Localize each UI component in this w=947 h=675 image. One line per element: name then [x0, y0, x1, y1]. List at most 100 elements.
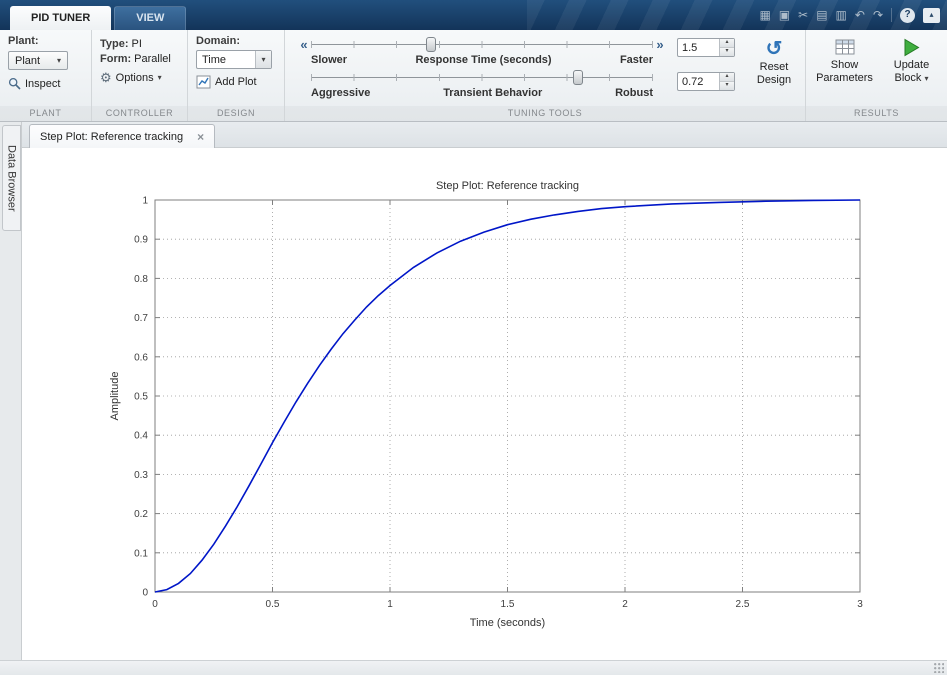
section-label-design: DESIGN — [188, 106, 284, 121]
plant-dropdown-value: Plant — [15, 54, 41, 67]
svg-text:0.8: 0.8 — [134, 274, 148, 285]
reset-design-label-line1: Reset — [759, 61, 789, 73]
undo-icon[interactable]: ↶ — [855, 9, 865, 21]
copy-icon[interactable]: ▤ — [816, 9, 827, 21]
cut-icon[interactable]: ✂ — [798, 9, 808, 21]
spin-up-icon[interactable]: ▴ — [720, 73, 734, 82]
response-time-decrease-button[interactable]: « — [297, 36, 311, 53]
show-parameters-label-line1: Show — [830, 59, 859, 71]
spin-up-icon[interactable]: ▴ — [720, 39, 734, 48]
svg-text:2.5: 2.5 — [736, 599, 750, 610]
data-browser-strip: Data Browser — [0, 122, 22, 661]
spin-down-icon[interactable]: ▾ — [720, 48, 734, 56]
svg-text:0.3: 0.3 — [134, 470, 148, 481]
update-block-button[interactable]: Update Block ▾ — [880, 34, 944, 106]
reset-design-icon: ↺ — [765, 38, 783, 60]
ribbon-tabs: PID TUNER VIEW — [10, 6, 187, 30]
show-parameters-button[interactable]: Show Parameters — [813, 34, 877, 106]
inspect-label: Inspect — [25, 77, 61, 90]
svg-text:0.6: 0.6 — [134, 352, 148, 363]
svg-text:Amplitude: Amplitude — [109, 372, 121, 421]
app-body: Data Browser Step Plot: Reference tracki… — [0, 122, 947, 661]
step-plot-tab[interactable]: Step Plot: Reference tracking × — [29, 124, 216, 148]
response-time-increase-button[interactable]: » — [653, 36, 667, 53]
transient-behavior-slider-thumb[interactable] — [572, 70, 583, 85]
form-label: Form: — [100, 53, 132, 65]
close-icon[interactable]: × — [197, 131, 204, 143]
caret-down-icon: ▾ — [261, 54, 266, 64]
toolstrip: Plant: Plant ▾ Inspect PLANT Type:PI Fo — [0, 30, 947, 122]
data-browser-tab[interactable]: Data Browser — [2, 125, 21, 231]
gear-icon: ⚙ — [100, 70, 112, 85]
quick-access-toolbar: ▦ ▣ ✂ ▤ ▥ ↶ ↷ ? ▴ — [759, 0, 940, 30]
type-value: PI — [131, 38, 142, 50]
dropdown-arrow[interactable]: ▾ — [255, 51, 271, 68]
resize-grip-icon[interactable] — [934, 663, 944, 673]
svg-text:0.4: 0.4 — [134, 431, 148, 442]
transient-behavior-value: 0.72 — [682, 76, 704, 88]
redo-icon[interactable]: ↷ — [873, 9, 883, 21]
section-label-plant: PLANT — [0, 106, 91, 121]
response-time-slider-thumb[interactable] — [425, 37, 436, 52]
add-plot-button[interactable]: Add Plot — [196, 75, 257, 89]
data-browser-label: Data Browser — [5, 144, 18, 212]
svg-text:0.5: 0.5 — [134, 392, 148, 403]
response-time-input[interactable]: 1.5 ▴ ▾ — [677, 38, 735, 57]
type-label: Type: — [100, 38, 129, 50]
section-results: Show Parameters Update Block ▾ RESULTS — [806, 30, 947, 121]
section-controller: Type: PI Form: Parallel ⚙ Options ▾ CONTRO… — [92, 30, 188, 121]
domain-select[interactable]: Time ▾ — [196, 50, 272, 69]
document-area: Step Plot: Reference tracking × 0 0.5 1 1.5… — [22, 122, 947, 661]
response-time-label: Response Time (seconds) — [415, 54, 552, 66]
spin-down-icon[interactable]: ▾ — [720, 82, 734, 90]
reset-design-button[interactable]: ↺ Reset Design — [743, 36, 805, 106]
plant-dropdown[interactable]: Plant ▾ — [8, 51, 68, 70]
show-parameters-label-line2: Parameters — [816, 72, 873, 84]
plant-label: Plant: — [8, 35, 39, 47]
svg-text:Step Plot: Reference tracking: Step Plot: Reference tracking — [436, 180, 579, 192]
svg-text:0.7: 0.7 — [134, 313, 148, 324]
ribbon-tab-view[interactable]: VIEW — [114, 6, 187, 30]
statusbar — [0, 660, 947, 675]
tuning-value-inputs: 1.5 ▴ ▾ 0.72 ▴ ▾ — [677, 36, 735, 106]
spinner-buttons: ▴ ▾ — [719, 73, 734, 90]
step-plot-chart: 0 0.5 1 1.5 2 2.5 3 0 0.1 0.2 0.3 0.4 0.5 0.6 0.7 0.8 0.… — [109, 180, 863, 629]
add-plot-label: Add Plot — [215, 76, 257, 88]
options-label: Options — [115, 71, 154, 84]
svg-text:0.5: 0.5 — [266, 599, 280, 610]
section-plant: Plant: Plant ▾ Inspect PLANT — [0, 30, 92, 121]
save-icon[interactable]: ▣ — [779, 9, 790, 21]
aggressive-label: Aggressive — [311, 87, 371, 99]
transient-behavior-slider[interactable] — [311, 69, 653, 86]
parameters-table-icon — [835, 39, 854, 55]
svg-text:1: 1 — [142, 196, 148, 207]
section-tuning-tools: « » Slower Response Time (seconds) Faste… — [285, 30, 806, 121]
pid-tuner-window: PID TUNER VIEW ▦ ▣ ✂ ▤ ▥ ↶ ↷ ? ▴ Plant: … — [0, 0, 947, 675]
paste-icon[interactable]: ▥ — [836, 9, 847, 21]
svg-text:0.1: 0.1 — [134, 548, 148, 559]
section-label-results: RESULTS — [806, 106, 947, 121]
minimize-ribbon-icon[interactable]: ▴ — [923, 7, 940, 23]
ribbon-tab-pid-tuner[interactable]: PID TUNER — [10, 6, 112, 30]
response-time-slider[interactable] — [311, 36, 653, 53]
caret-down-icon: ▾ — [924, 74, 929, 83]
layout-grid-icon[interactable]: ▦ — [759, 9, 770, 21]
help-icon[interactable]: ? — [900, 7, 915, 23]
svg-text:0.2: 0.2 — [134, 509, 148, 520]
update-block-label-line1: Update — [893, 59, 930, 71]
inspect-button[interactable]: Inspect — [8, 77, 60, 90]
transient-behavior-input[interactable]: 0.72 ▴ ▾ — [677, 72, 735, 91]
svg-text:2: 2 — [622, 599, 628, 610]
svg-text:0: 0 — [152, 599, 158, 610]
svg-text:0: 0 — [142, 588, 148, 599]
document-tabbar: Step Plot: Reference tracking × — [22, 122, 947, 148]
svg-text:1: 1 — [387, 599, 393, 610]
options-button[interactable]: ⚙ Options ▾ — [100, 71, 162, 84]
add-plot-icon — [196, 75, 211, 89]
section-label-tuning-tools: TUNING TOOLS — [285, 106, 805, 121]
svg-text:1.5: 1.5 — [501, 599, 515, 610]
svg-text:Time (seconds): Time (seconds) — [470, 617, 545, 629]
toolbar-separator — [891, 8, 892, 22]
step-plot-tab-label: Step Plot: Reference tracking — [40, 130, 184, 143]
slower-label: Slower — [311, 54, 348, 66]
